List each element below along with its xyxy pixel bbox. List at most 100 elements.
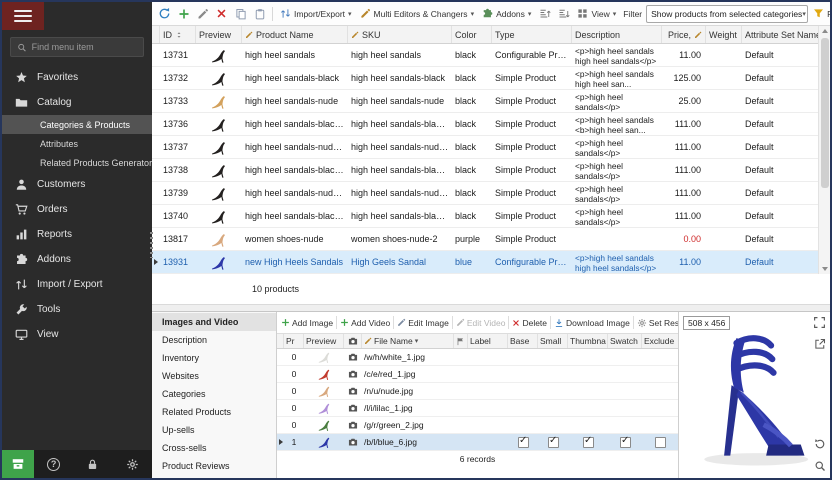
detail-tab[interactable]: Categories bbox=[152, 385, 276, 403]
detail-tab[interactable]: Related Products bbox=[152, 403, 276, 421]
image-row[interactable]: 0 /w/h/white_1.jpg bbox=[277, 349, 678, 366]
menu-search-box[interactable] bbox=[10, 37, 144, 57]
scroll-up-arrow[interactable] bbox=[822, 29, 828, 33]
sidebar-item-customers[interactable]: Customers bbox=[2, 172, 152, 197]
column-header-sku[interactable]: SKU bbox=[348, 26, 452, 43]
product-row[interactable]: 13733 high heel sandals-nude high heel s… bbox=[152, 90, 818, 113]
thumbnail-checkbox[interactable] bbox=[583, 437, 594, 448]
add-image-button[interactable]: Add Image bbox=[279, 318, 335, 328]
grid-scrollbar[interactable] bbox=[818, 26, 830, 274]
image-row[interactable]: 1 /b/l/blue_6.jpg bbox=[277, 434, 678, 451]
filters-button[interactable]: Filters▾ bbox=[810, 6, 832, 21]
column-header-weight[interactable]: Weight bbox=[706, 26, 742, 43]
edit-video-button[interactable]: Edit Video bbox=[454, 318, 508, 328]
cell-exclude-checkbox[interactable] bbox=[642, 349, 678, 366]
paste-button[interactable] bbox=[251, 5, 268, 22]
detail-tab[interactable]: Inventory bbox=[152, 349, 276, 367]
product-row[interactable]: 13817 women shoes-nude women shoes-nude-… bbox=[152, 228, 818, 251]
exclude-checkbox[interactable] bbox=[655, 437, 666, 448]
sidebar-item-attributes[interactable]: Attributes bbox=[2, 134, 152, 153]
fullscreen-button[interactable] bbox=[813, 316, 826, 329]
add-product-button[interactable] bbox=[175, 5, 192, 22]
menu-search-input[interactable] bbox=[32, 42, 137, 52]
cell-small-checkbox[interactable] bbox=[538, 366, 568, 383]
cell-swatch-checkbox[interactable] bbox=[608, 349, 642, 366]
detail-tab[interactable]: Images and Video bbox=[152, 313, 276, 331]
cell-thumbnail-checkbox[interactable] bbox=[568, 366, 608, 383]
add-video-button[interactable]: Add Video bbox=[338, 318, 392, 328]
column-header-description[interactable]: Description bbox=[572, 26, 662, 43]
multi-editors-menu[interactable]: Multi Editors & Changers▾ bbox=[357, 6, 478, 21]
cell-small-checkbox[interactable] bbox=[538, 349, 568, 366]
column-header-label[interactable]: Label bbox=[468, 334, 508, 348]
product-row[interactable]: 13732 high heel sandals-black high heel … bbox=[152, 67, 818, 90]
import-export-menu[interactable]: Import/Export▾ bbox=[277, 6, 355, 21]
column-header-price[interactable]: Price, bbox=[662, 26, 706, 43]
cell-swatch-checkbox[interactable] bbox=[608, 434, 642, 451]
cell-swatch-checkbox[interactable] bbox=[608, 417, 642, 434]
hamburger-menu-button[interactable] bbox=[2, 2, 44, 30]
column-header-swatch[interactable]: Swatch bbox=[608, 334, 642, 348]
column-header-type[interactable]: Type bbox=[492, 26, 572, 43]
category-filter-select[interactable]: Show products from selected categories▾ bbox=[646, 5, 808, 23]
detail-tab[interactable]: Product Reviews bbox=[152, 457, 276, 475]
horizontal-splitter[interactable] bbox=[152, 304, 830, 312]
sidebar-item-addons[interactable]: Addons bbox=[2, 247, 152, 272]
cell-base-checkbox[interactable] bbox=[508, 349, 538, 366]
image-row[interactable]: 0 /n/u/nude.jpg bbox=[277, 383, 678, 400]
column-header-file-name[interactable]: File Name▾ bbox=[362, 334, 454, 348]
image-row[interactable]: 0 /g/r/green_2.jpg bbox=[277, 417, 678, 434]
sidebar-item-orders[interactable]: Orders bbox=[2, 197, 152, 222]
sidebar-item-reports[interactable]: Reports bbox=[2, 222, 152, 247]
cell-swatch-checkbox[interactable] bbox=[608, 383, 642, 400]
sidebar-item-tools[interactable]: Tools bbox=[2, 297, 152, 322]
cell-thumbnail-checkbox[interactable] bbox=[568, 383, 608, 400]
scrollbar-track[interactable] bbox=[819, 36, 830, 264]
sidebar-splitter[interactable] bbox=[150, 232, 153, 258]
cell-exclude-checkbox[interactable] bbox=[642, 400, 678, 417]
image-row[interactable]: 0 /l/i/lilac_1.jpg bbox=[277, 400, 678, 417]
sidebar-item-related-products-generator[interactable]: Related Products Generator bbox=[2, 153, 152, 172]
cell-thumbnail-checkbox[interactable] bbox=[568, 349, 608, 366]
rotate-button[interactable] bbox=[814, 438, 826, 450]
collapse-all-button[interactable] bbox=[555, 5, 572, 22]
open-external-button[interactable] bbox=[814, 338, 826, 350]
product-row[interactable]: 13740 high heel sandals-black-38 high he… bbox=[152, 205, 818, 228]
cell-swatch-checkbox[interactable] bbox=[608, 366, 642, 383]
product-row[interactable]: 13736 high heel sandals-black-36 high he… bbox=[152, 113, 818, 136]
cell-exclude-checkbox[interactable] bbox=[642, 383, 678, 400]
image-row[interactable]: 0 /c/e/red_1.jpg bbox=[277, 366, 678, 383]
product-row[interactable]: 13731 high heel sandals high heel sandal… bbox=[152, 44, 818, 67]
column-header-preview[interactable]: Preview bbox=[304, 334, 344, 348]
detail-tab[interactable]: Description bbox=[152, 331, 276, 349]
swatch-checkbox[interactable] bbox=[620, 437, 631, 448]
column-header-color[interactable]: Color bbox=[452, 26, 492, 43]
cell-thumbnail-checkbox[interactable] bbox=[568, 400, 608, 417]
help-button[interactable]: ? bbox=[34, 458, 73, 471]
cell-small-checkbox[interactable] bbox=[538, 434, 568, 451]
detail-tab[interactable]: Cross-sells bbox=[152, 439, 276, 457]
column-header-flag[interactable] bbox=[454, 334, 468, 348]
column-header-exclude[interactable]: Exclude bbox=[642, 334, 678, 348]
column-header-thumbnail[interactable]: Thumbna bbox=[568, 334, 608, 348]
delete-image-button[interactable]: Delete bbox=[510, 318, 549, 328]
column-header-priority[interactable]: Pr bbox=[284, 334, 304, 348]
edit-image-button[interactable]: Edit Image bbox=[395, 318, 451, 328]
sidebar-item-import-export[interactable]: Import / Export bbox=[2, 272, 152, 297]
addons-menu[interactable]: Addons▾ bbox=[479, 6, 534, 21]
cell-base-checkbox[interactable] bbox=[508, 366, 538, 383]
column-header-preview[interactable]: Preview bbox=[196, 26, 242, 43]
product-row[interactable]: 13738 high heel sandals-black-37 high he… bbox=[152, 159, 818, 182]
lock-button[interactable] bbox=[73, 458, 112, 471]
column-header-product-name[interactable]: Product Name bbox=[242, 26, 348, 43]
sidebar-item-favorites[interactable]: Favorites bbox=[2, 65, 152, 90]
column-header-base[interactable]: Base bbox=[508, 334, 538, 348]
cell-exclude-checkbox[interactable] bbox=[642, 417, 678, 434]
cell-swatch-checkbox[interactable] bbox=[608, 400, 642, 417]
store-button[interactable] bbox=[2, 450, 34, 478]
column-header-id[interactable]: ID bbox=[160, 26, 196, 43]
cell-small-checkbox[interactable] bbox=[538, 417, 568, 434]
column-header-camera[interactable] bbox=[344, 334, 362, 348]
sidebar-item-view[interactable]: View bbox=[2, 322, 152, 347]
cell-small-checkbox[interactable] bbox=[538, 383, 568, 400]
